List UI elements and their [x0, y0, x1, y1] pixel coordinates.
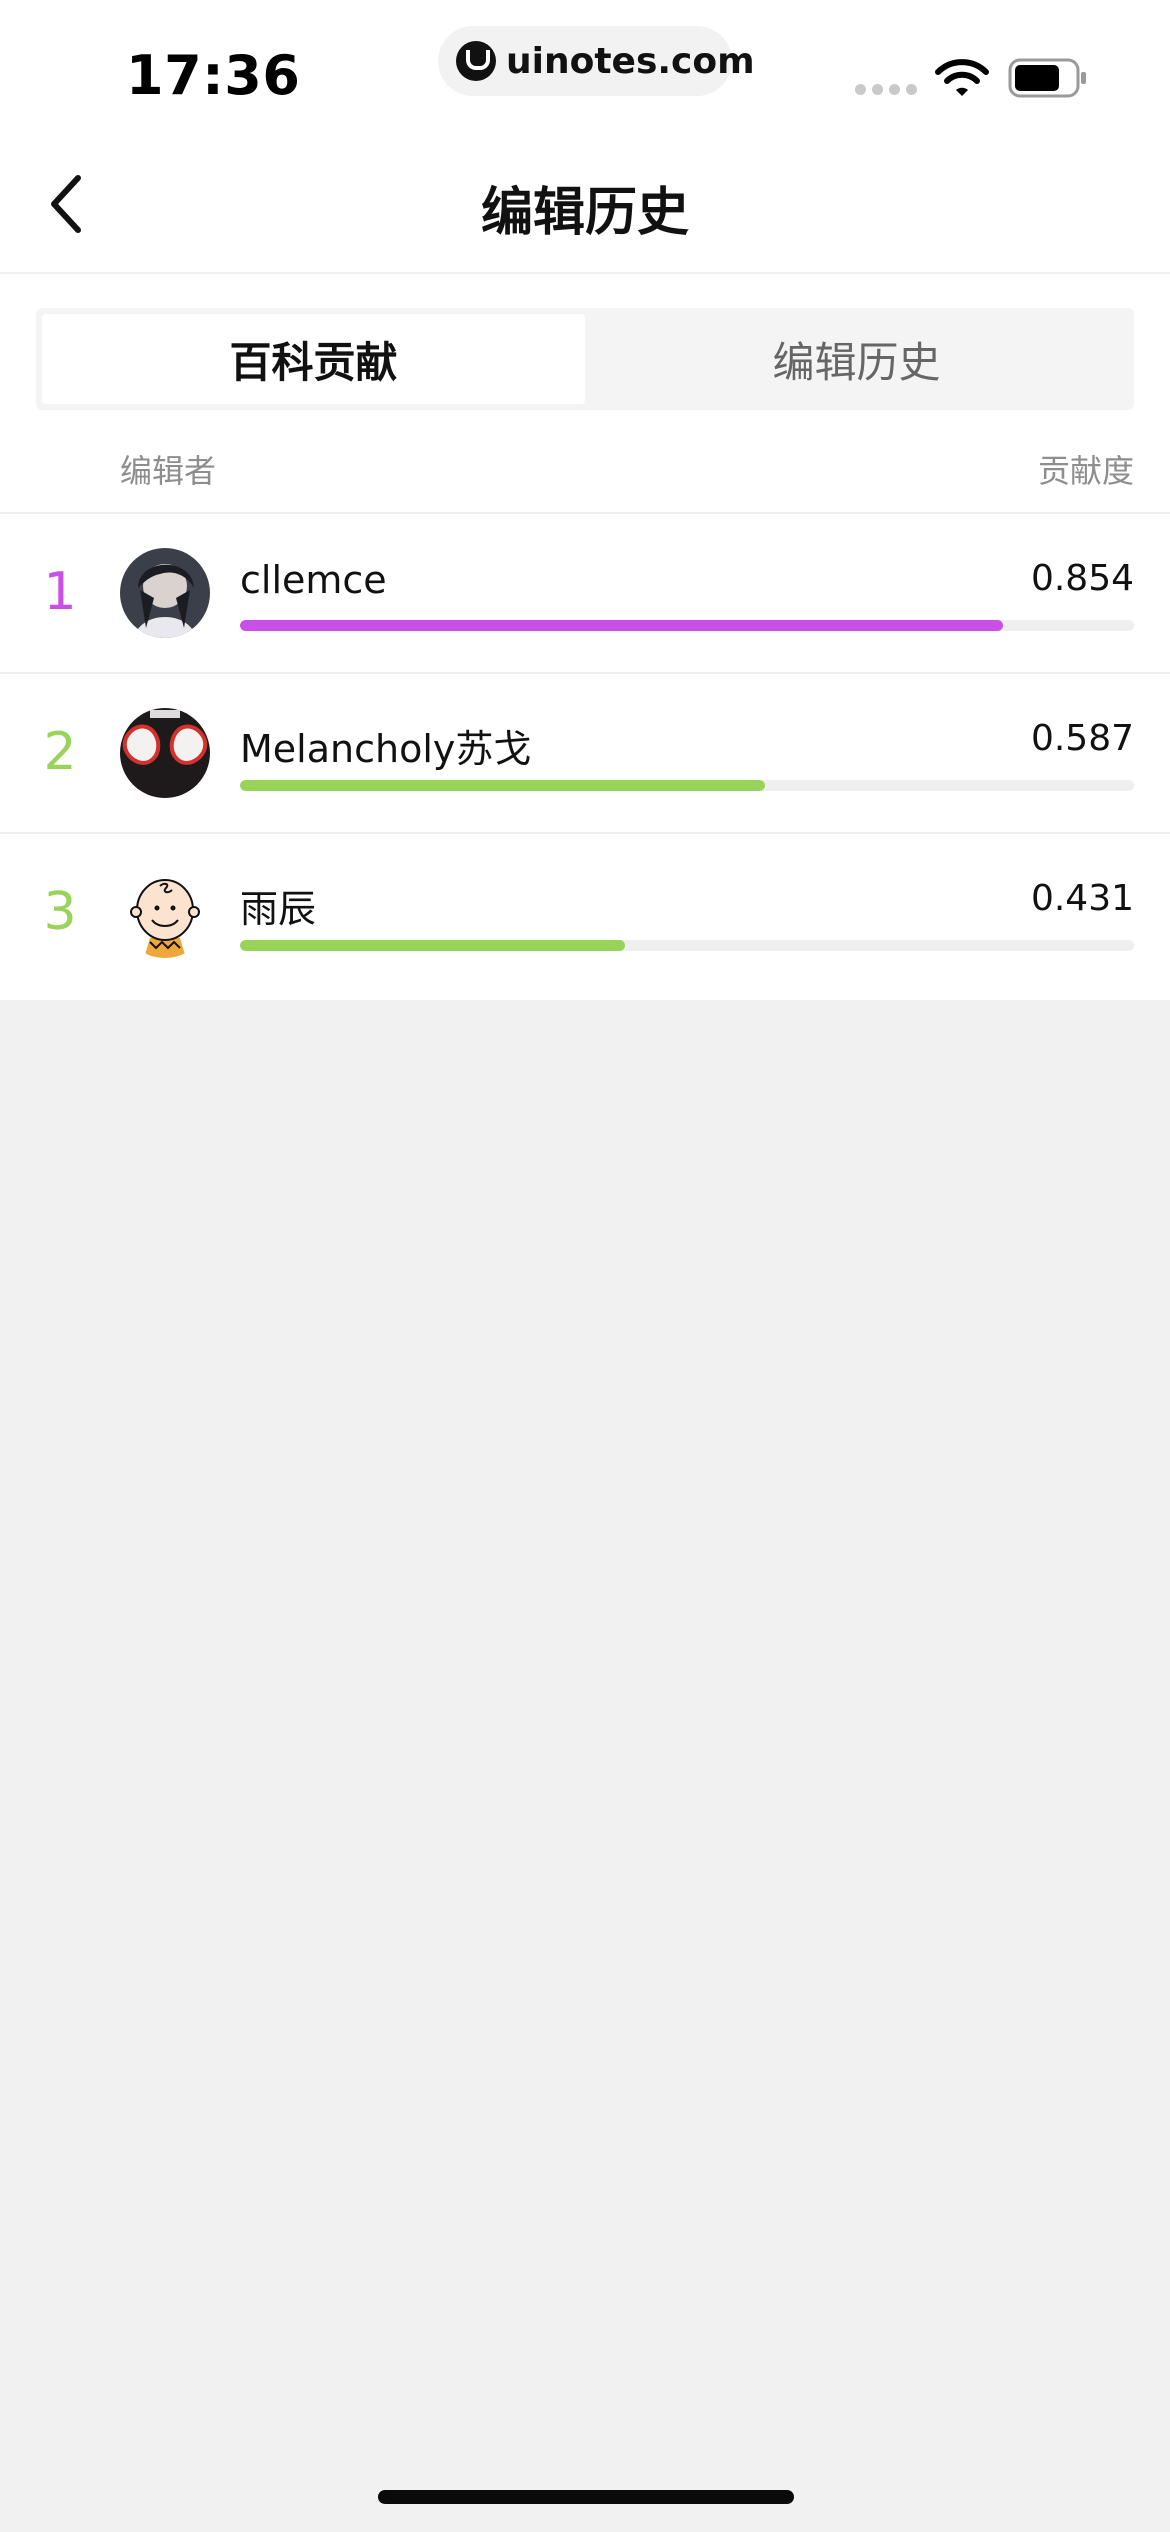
column-header-editor: 编辑者: [120, 452, 217, 490]
home-indicator[interactable]: [378, 2490, 794, 2504]
site-logo-icon: [456, 41, 496, 81]
url-text: uinotes.com: [506, 40, 755, 82]
column-header-contribution: 贡献度: [1037, 452, 1134, 490]
contribution-bar: [240, 940, 1134, 951]
contribution-score: 0.587: [1030, 718, 1134, 759]
rank-number: 3: [43, 882, 77, 942]
tab-edit-history[interactable]: 编辑历史: [585, 314, 1128, 404]
page-title: 编辑历史: [480, 183, 689, 243]
contribution-score: 0.854: [1030, 558, 1134, 599]
battery-icon: [1008, 58, 1086, 98]
contribution-bar-fill: [240, 940, 626, 951]
status-time: 17:36: [126, 44, 301, 107]
contributor-row[interactable]: 2 Melancholy苏戈 0.587: [0, 674, 1170, 834]
contributor-row[interactable]: 3 雨辰 0.431: [0, 834, 1170, 994]
cellular-signal-icon: [855, 84, 917, 95]
segmented-tabs: 百科贡献 编辑历史: [36, 308, 1134, 410]
avatar: [120, 868, 210, 958]
contributor-name: Melancholy苏戈: [240, 727, 532, 771]
rank-number: 1: [43, 562, 77, 622]
contribution-bar-fill: [240, 620, 1004, 631]
contribution-bar-fill: [240, 780, 765, 791]
contribution-score: 0.431: [1030, 878, 1134, 919]
contributor-row[interactable]: 1 cllemce 0.854: [0, 514, 1170, 674]
contributor-name: 雨辰: [240, 887, 317, 931]
wifi-icon: [935, 59, 989, 96]
contribution-bar: [240, 780, 1134, 791]
rank-number: 2: [43, 722, 77, 782]
avatar: [120, 708, 210, 798]
nav-divider: [0, 272, 1170, 274]
avatar: [120, 548, 210, 638]
url-pill[interactable]: uinotes.com: [438, 26, 755, 96]
contributor-name: cllemce: [240, 558, 387, 602]
tab-encyclopedia-contribution[interactable]: 百科贡献: [42, 314, 585, 404]
contribution-bar: [240, 620, 1134, 631]
